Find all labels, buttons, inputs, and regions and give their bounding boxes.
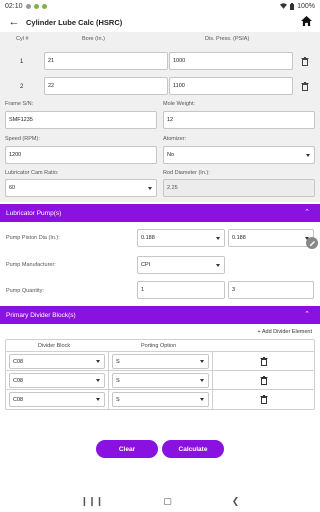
divider-blocks-header[interactable]: Primary Divider Block(s) ⌃ [0, 306, 320, 324]
add-divider-element-button[interactable]: + Add Divider Element [257, 329, 312, 335]
quantity-input-2[interactable]: 3 [228, 281, 314, 299]
divider-block-select[interactable]: C08 [9, 392, 105, 407]
status-time: 02:10 [5, 2, 23, 10]
table-row: C08 S [6, 390, 314, 409]
divider-table: Divider Block Porting Option C08 S C08 S… [5, 339, 315, 410]
bore-input[interactable]: 21 [44, 52, 168, 70]
cyl-number: 2 [20, 84, 24, 90]
divider-block-value: C08 [13, 377, 24, 384]
section-title: Lubricator Pump(s) [6, 209, 62, 217]
android-icon [33, 3, 39, 9]
cylinder-row: 2 22 1100 [0, 77, 320, 97]
piston-dia-value-1: 0.188 [141, 235, 155, 241]
quantity-input-1[interactable]: 1 [137, 281, 225, 299]
speed-input[interactable]: 1200 [5, 146, 157, 164]
chevron-up-icon[interactable]: ⌃ [304, 208, 310, 216]
trash-icon[interactable] [260, 357, 268, 366]
chevron-up-icon[interactable]: ⌃ [304, 310, 310, 318]
dropdown-arrow-icon [200, 398, 204, 401]
cam-ratio-label: Lubricator Cam Ratio: [5, 170, 59, 176]
system-nav-bar: ❙❙❙ ▢ ❮ [0, 490, 320, 512]
notification-icon [25, 3, 31, 9]
section-title: Primary Divider Block(s) [6, 311, 76, 319]
cam-ratio-select[interactable]: 60 [5, 179, 157, 197]
trash-icon[interactable] [260, 376, 268, 385]
atomizer-select[interactable]: No [163, 146, 315, 164]
piston-dia-label: Pump Piston Dia (In.): [6, 235, 60, 241]
android-icon-2 [41, 3, 47, 9]
dropdown-arrow-icon [216, 237, 220, 240]
pressure-input[interactable]: 1100 [169, 77, 293, 95]
back-arrow-icon[interactable]: ← [4, 16, 24, 28]
dropdown-arrow-icon [216, 264, 220, 267]
manufacturer-select[interactable]: CPI [137, 256, 225, 274]
piston-dia-select-1[interactable]: 0.188 [137, 229, 225, 247]
frame-sn-input[interactable]: SMF1235 [5, 111, 157, 129]
porting-option-select[interactable]: S [112, 392, 209, 407]
trash-icon[interactable] [301, 82, 309, 91]
cyl-number: 1 [20, 59, 24, 65]
pressure-input[interactable]: 1000 [169, 52, 293, 70]
porting-option-select[interactable]: S [112, 354, 209, 369]
table-row: C08 S [6, 371, 314, 390]
calculate-button[interactable]: Calculate [162, 440, 224, 458]
back-button-icon[interactable]: ❮ [232, 496, 240, 507]
mole-weight-label: Mole Weight: [163, 101, 195, 107]
trash-icon[interactable] [301, 57, 309, 66]
bore-input[interactable]: 22 [44, 77, 168, 95]
battery-level: 100% [297, 2, 315, 10]
quantity-label: Pump Quantity: [6, 288, 44, 294]
atomizer-label: Atomizer: [163, 136, 187, 142]
dropdown-arrow-icon [200, 379, 204, 382]
lubricator-pumps-header[interactable]: Lubricator Pump(s) ⌃ [0, 204, 320, 222]
rod-diameter-label: Rod Diameter (In.): [163, 170, 210, 176]
dropdown-arrow-icon [96, 398, 100, 401]
clear-button[interactable]: Clear [96, 440, 158, 458]
porting-option-header: Porting Option [141, 343, 177, 349]
trash-icon[interactable] [260, 395, 268, 404]
dropdown-arrow-icon [306, 154, 310, 157]
home-button-icon[interactable]: ▢ [163, 496, 172, 507]
divider-table-header: Divider Block Porting Option [6, 340, 314, 352]
status-bar: 02:10 100% [0, 0, 320, 12]
divider-block-value: C08 [13, 396, 24, 403]
mole-weight-input[interactable]: 12 [163, 111, 315, 129]
porting-option-value: S [116, 377, 120, 384]
divider-block-select[interactable]: C08 [9, 354, 105, 369]
speed-label: Speed (RPM): [5, 136, 40, 142]
divider-block-value: C08 [13, 358, 24, 365]
divider-block-header: Divider Block [38, 343, 71, 349]
atomizer-value: No [167, 152, 175, 158]
dropdown-arrow-icon [200, 360, 204, 363]
battery-icon [290, 2, 295, 10]
cylinder-table-header: Cyl # Bore (In.) Dis. Press. (PSIA) [0, 33, 320, 45]
dropdown-arrow-icon [148, 187, 152, 190]
frame-sn-label: Frame S/N: [5, 101, 34, 107]
porting-option-select[interactable]: S [112, 373, 209, 388]
recent-apps-icon[interactable]: ❙❙❙ [81, 496, 104, 507]
piston-dia-value-2: 0.188 [232, 235, 246, 241]
pressure-header: Dis. Press. (PSIA) [205, 36, 250, 42]
dropdown-arrow-icon [96, 360, 100, 363]
table-row: C08 S [6, 352, 314, 371]
manufacturer-label: Pump Manufacturer: [6, 262, 56, 268]
porting-option-value: S [116, 358, 120, 365]
home-icon[interactable] [301, 16, 312, 26]
wifi-icon [280, 3, 288, 9]
manufacturer-value: CPI [141, 262, 151, 268]
divider-block-select[interactable]: C08 [9, 373, 105, 388]
cam-ratio-value: 60 [9, 185, 16, 191]
cylinder-row: 1 21 1000 [0, 52, 320, 72]
piston-dia-select-2[interactable]: 0.188 [228, 229, 314, 247]
porting-option-value: S [116, 396, 120, 403]
bore-header: Bore (In.) [82, 36, 105, 42]
cyl-number-header: Cyl # [16, 36, 29, 42]
rod-diameter-input: 2.25 [163, 179, 315, 197]
app-bar: ← Cylinder Lube Calc (HSRC) [0, 12, 320, 32]
dropdown-arrow-icon [96, 379, 100, 382]
edit-icon[interactable] [306, 237, 318, 249]
page-title: Cylinder Lube Calc (HSRC) [26, 17, 123, 27]
